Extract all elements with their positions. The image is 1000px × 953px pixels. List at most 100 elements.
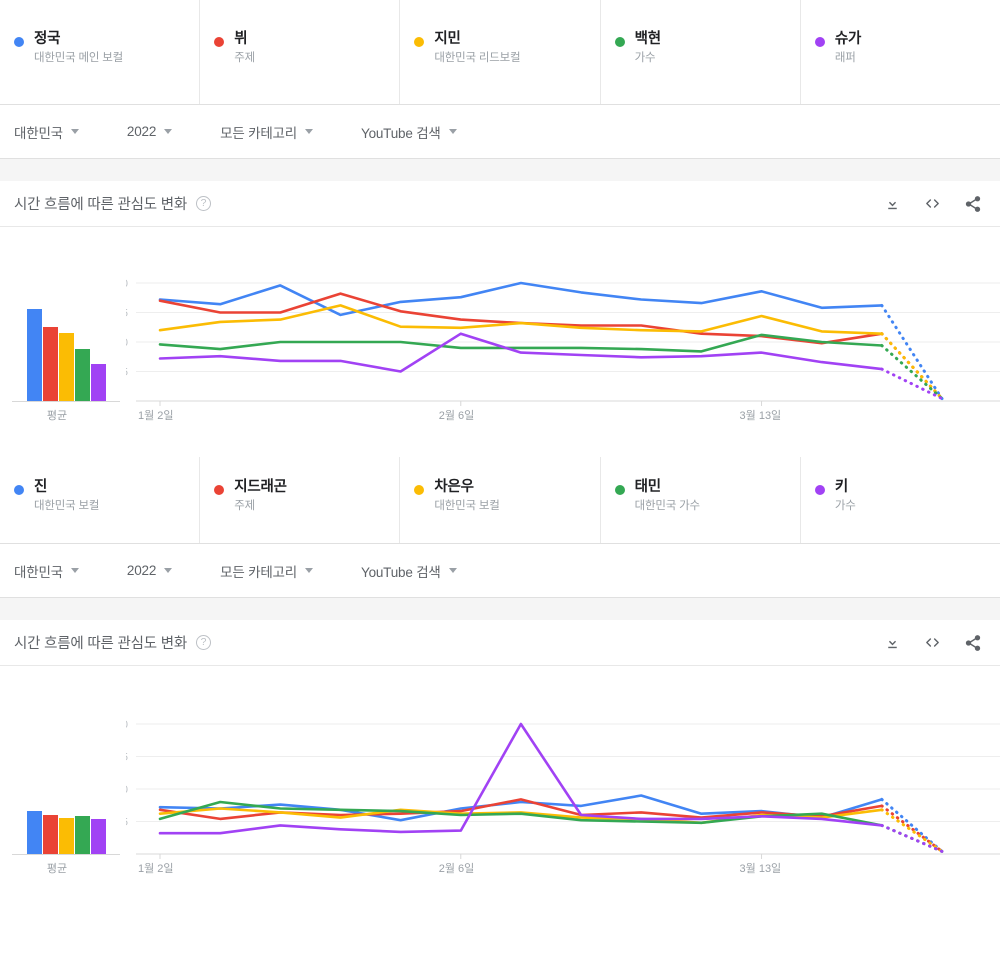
legend-item-name: 지드래곤 bbox=[234, 478, 287, 496]
chevron-down-icon bbox=[71, 129, 79, 134]
svg-text:1월 2일: 1월 2일 bbox=[138, 408, 174, 422]
legend-item-desc: 대한민국 보컬 bbox=[34, 499, 99, 513]
legend-item-슈가[interactable]: 슈가래퍼 bbox=[801, 0, 1000, 104]
svg-text:1월 2일: 1월 2일 bbox=[138, 861, 174, 875]
embed-code-icon[interactable] bbox=[923, 195, 942, 212]
average-bar[interactable] bbox=[91, 819, 106, 854]
svg-text:75: 75 bbox=[126, 308, 128, 320]
legend-item-desc: 대한민국 메인 보컬 bbox=[34, 51, 123, 65]
filter-search-type-label: YouTube 검색 bbox=[361, 122, 441, 142]
filter-bar-2: 대한민국 2022 모든 카테고리 YouTube 검색 bbox=[0, 544, 1000, 598]
share-icon[interactable] bbox=[964, 195, 982, 213]
chevron-down-icon bbox=[449, 129, 457, 134]
legend-item-name: 뷔 bbox=[234, 30, 255, 48]
series-color-dot bbox=[414, 485, 424, 495]
filter-search-type-label: YouTube 검색 bbox=[361, 561, 441, 581]
chevron-down-icon bbox=[164, 129, 172, 134]
average-bar-chart: 평균 bbox=[0, 227, 126, 457]
legend-item-진[interactable]: 진대한민국 보컬 bbox=[0, 457, 200, 543]
trends-line-chart[interactable]: 2550751001월 2일2월 6일3월 13일 bbox=[126, 666, 1000, 916]
legend-row-1: 정국대한민국 메인 보컬뷔주제지민대한민국 리드보컬백현가수슈가래퍼 bbox=[0, 0, 1000, 105]
svg-text:75: 75 bbox=[126, 752, 128, 764]
legend-item-name: 키 bbox=[835, 478, 856, 496]
filter-region[interactable]: 대한민국 bbox=[14, 122, 79, 142]
filter-search-type[interactable]: YouTube 검색 bbox=[361, 561, 457, 581]
filter-time[interactable]: 2022 bbox=[127, 124, 172, 139]
average-bar[interactable] bbox=[75, 349, 90, 401]
legend-row-2: 진대한민국 보컬지드래곤주제차은우대한민국 보컬태민대한민국 가수키가수 bbox=[0, 457, 1000, 544]
legend-item-name: 태민 bbox=[635, 478, 700, 496]
svg-text:25: 25 bbox=[126, 367, 128, 379]
filter-region-label: 대한민국 bbox=[14, 561, 63, 581]
legend-item-desc: 대한민국 리드보컬 bbox=[434, 51, 520, 65]
average-bar[interactable] bbox=[27, 309, 42, 401]
help-icon[interactable]: ? bbox=[196, 635, 211, 650]
chart-body-2: 평균2550751001월 2일2월 6일3월 13일 bbox=[0, 666, 1000, 916]
legend-item-뷔[interactable]: 뷔주제 bbox=[200, 0, 400, 104]
filter-category[interactable]: 모든 카테고리 bbox=[220, 122, 313, 142]
filter-search-type[interactable]: YouTube 검색 bbox=[361, 122, 457, 142]
chevron-down-icon bbox=[164, 568, 172, 573]
legend-item-백현[interactable]: 백현가수 bbox=[601, 0, 801, 104]
series-color-dot bbox=[615, 37, 625, 47]
chevron-down-icon bbox=[305, 568, 313, 573]
legend-item-desc: 주제 bbox=[234, 499, 287, 513]
chart-header-1: 시간 흐름에 따른 관심도 변화 ? bbox=[0, 181, 1000, 227]
filter-bar-1: 대한민국 2022 모든 카테고리 YouTube 검색 bbox=[0, 105, 1000, 159]
svg-text:100: 100 bbox=[126, 719, 128, 731]
legend-item-키[interactable]: 키가수 bbox=[801, 457, 1000, 543]
average-bar[interactable] bbox=[43, 327, 58, 401]
average-bar[interactable] bbox=[59, 818, 74, 854]
legend-item-desc: 래퍼 bbox=[835, 51, 861, 65]
download-icon[interactable] bbox=[884, 634, 901, 651]
svg-text:100: 100 bbox=[126, 278, 128, 290]
legend-item-desc: 주제 bbox=[234, 51, 255, 65]
trends-line-chart[interactable]: 2550751001월 2일2월 6일3월 13일 bbox=[126, 227, 1000, 457]
average-label: 평균 bbox=[0, 860, 120, 876]
legend-item-desc: 대한민국 가수 bbox=[635, 499, 700, 513]
legend-item-정국[interactable]: 정국대한민국 메인 보컬 bbox=[0, 0, 200, 104]
svg-text:50: 50 bbox=[126, 784, 128, 796]
filter-category[interactable]: 모든 카테고리 bbox=[220, 561, 313, 581]
chart-body-1: 평균2550751001월 2일2월 6일3월 13일 bbox=[0, 227, 1000, 457]
filter-time[interactable]: 2022 bbox=[127, 563, 172, 578]
average-label: 평균 bbox=[0, 407, 120, 423]
legend-item-차은우[interactable]: 차은우대한민국 보컬 bbox=[400, 457, 600, 543]
filter-time-label: 2022 bbox=[127, 124, 156, 139]
average-bar[interactable] bbox=[59, 333, 74, 401]
series-color-dot bbox=[214, 37, 224, 47]
download-icon[interactable] bbox=[884, 195, 901, 212]
help-icon[interactable]: ? bbox=[196, 196, 211, 211]
legend-item-지민[interactable]: 지민대한민국 리드보컬 bbox=[400, 0, 600, 104]
svg-text:3월 13일: 3월 13일 bbox=[740, 861, 782, 875]
average-bar-chart: 평균 bbox=[0, 666, 126, 916]
legend-item-desc: 가수 bbox=[635, 51, 661, 65]
svg-text:2월 6일: 2월 6일 bbox=[439, 861, 475, 875]
share-icon[interactable] bbox=[964, 634, 982, 652]
legend-item-name: 슈가 bbox=[835, 30, 861, 48]
average-bar[interactable] bbox=[91, 364, 106, 401]
chevron-down-icon bbox=[71, 568, 79, 573]
average-bar[interactable] bbox=[27, 811, 42, 854]
series-color-dot bbox=[14, 485, 24, 495]
series-color-dot bbox=[214, 485, 224, 495]
filter-region[interactable]: 대한민국 bbox=[14, 561, 79, 581]
filter-time-label: 2022 bbox=[127, 563, 156, 578]
chevron-down-icon bbox=[449, 568, 457, 573]
filter-category-label: 모든 카테고리 bbox=[220, 561, 297, 581]
legend-item-태민[interactable]: 태민대한민국 가수 bbox=[601, 457, 801, 543]
legend-item-지드래곤[interactable]: 지드래곤주제 bbox=[200, 457, 400, 543]
average-bar[interactable] bbox=[43, 815, 58, 854]
legend-item-name: 정국 bbox=[34, 30, 123, 48]
chevron-down-icon bbox=[305, 129, 313, 134]
legend-item-name: 차은우 bbox=[434, 478, 499, 496]
series-color-dot bbox=[815, 37, 825, 47]
chart-header-2: 시간 흐름에 따른 관심도 변화 ? bbox=[0, 620, 1000, 666]
filter-category-label: 모든 카테고리 bbox=[220, 122, 297, 142]
average-bar[interactable] bbox=[75, 816, 90, 854]
series-color-dot bbox=[815, 485, 825, 495]
embed-code-icon[interactable] bbox=[923, 634, 942, 651]
series-color-dot bbox=[414, 37, 424, 47]
filter-region-label: 대한민국 bbox=[14, 122, 63, 142]
chart-card-2: 시간 흐름에 따른 관심도 변화 ? bbox=[0, 620, 1000, 916]
